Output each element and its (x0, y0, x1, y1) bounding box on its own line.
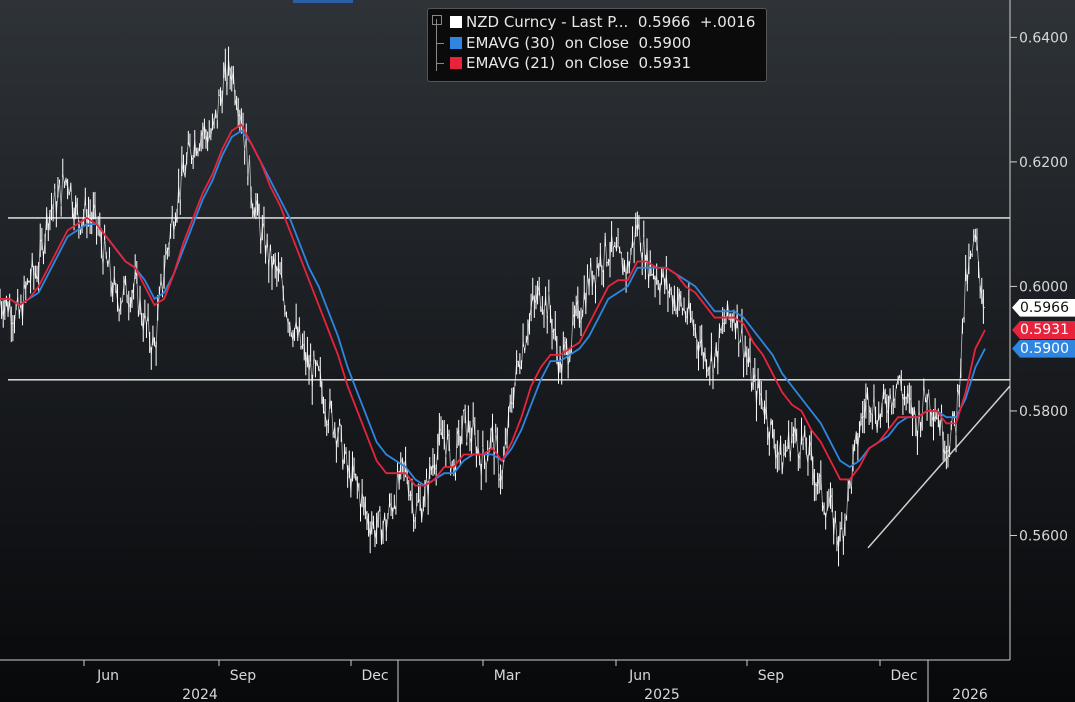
y-tick-label: 0.6400 (1019, 30, 1068, 46)
chart-panel: 0.6400 0.6200 0.6000 0.5800 0.5600 Jun Sep Dec M… (0, 0, 1075, 702)
price-tag-ema30: 0.5900 (1012, 339, 1075, 358)
x-tick-label: Sep (230, 668, 257, 684)
legend-label-ema30: EMAVG (30) on Close 0.5900 (466, 34, 692, 52)
legend-swatch-ema21 (450, 57, 462, 69)
x-tick-label: Jun (628, 668, 651, 684)
legend-swatch-price (450, 16, 462, 28)
x-year-label: 2025 (644, 687, 680, 702)
y-tick-label: 0.5800 (1019, 404, 1068, 420)
x-tick-label: Dec (890, 668, 917, 684)
x-tick-label: Mar (494, 668, 521, 684)
price-tag-last: 0.5966 (1012, 298, 1075, 317)
legend-tree-branch (436, 63, 444, 64)
legend-entry-ema21: EMAVG (21) on Close 0.5931 (450, 54, 691, 74)
y-tick-label: 0.6000 (1019, 279, 1068, 295)
x-tick-label: Sep (758, 668, 785, 684)
legend-label-ema21: EMAVG (21) on Close 0.5931 (466, 54, 692, 72)
x-year-label: 2026 (952, 687, 988, 702)
y-tick-label: 0.5600 (1019, 528, 1068, 544)
legend-entry-price: NZD Curncy - Last P... 0.5966 +.0016 (450, 13, 755, 33)
x-year-label: 2024 (182, 687, 218, 702)
y-tick-label: 0.6200 (1019, 155, 1068, 171)
price-chart: 0.6400 0.6200 0.6000 0.5800 0.5600 Jun Sep Dec M… (0, 0, 1068, 702)
x-tick-label: Jun (96, 668, 119, 684)
price-tag-ema21: 0.5931 (1012, 321, 1075, 339)
legend-tree-branch (436, 43, 444, 44)
trendline (867, 385, 1011, 549)
legend-entry-ema30: EMAVG (30) on Close 0.5900 (450, 34, 691, 54)
chart-legend: NZD Curncy - Last P... 0.5966 +.0016 EMA… (427, 8, 767, 82)
legend-swatch-ema30 (450, 37, 462, 49)
x-tick-label: Dec (361, 668, 388, 684)
legend-label-price: NZD Curncy - Last P... 0.5966 +.0016 (466, 13, 756, 31)
